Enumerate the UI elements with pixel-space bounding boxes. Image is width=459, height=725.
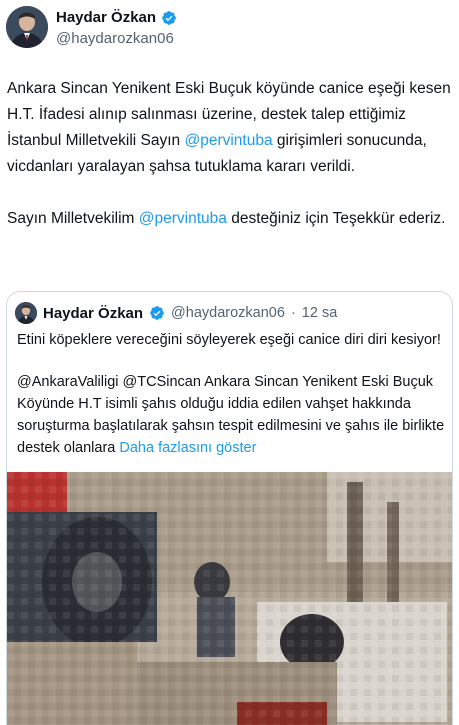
separator-dot: ·	[290, 305, 296, 321]
quoted-tweet[interactable]: Haydar Özkan @haydarozkan06 · 12 sa Etin…	[6, 291, 453, 725]
quoted-tweet-header: Haydar Özkan @haydarozkan06 · 12 sa	[15, 302, 337, 324]
quoted-timestamp[interactable]: 12 sa	[302, 305, 337, 321]
mention-link[interactable]: @pervintuba	[184, 132, 272, 149]
quoted-paragraph-2: @AnkaraValiligi @TCSincan Ankara Sincan …	[17, 374, 445, 456]
quoted-author-handle: @haydarozkan06	[171, 305, 285, 321]
verified-badge-icon	[162, 10, 176, 25]
tweet-text: Ankara Sincan Yenikent Eski Buçuk köyünd…	[7, 76, 453, 232]
verified-badge-icon	[150, 306, 164, 320]
quoted-author-avatar	[15, 302, 37, 324]
quoted-paragraph-1: Etini köpeklere vereceğini söyleyerek eş…	[17, 332, 441, 348]
tweet-paragraph-1: Ankara Sincan Yenikent Eski Buçuk köyünd…	[7, 80, 451, 175]
mention-link[interactable]: @pervintuba	[139, 210, 227, 227]
tweet-paragraph-2: Sayın Milletvekilim @pervintuba desteğin…	[7, 210, 446, 227]
show-more-link[interactable]: Daha fazlasını göster	[119, 440, 256, 456]
blurred-video-thumbnail[interactable]	[7, 472, 452, 725]
quoted-tweet-text: Etini köpeklere vereceğini söyleyerek eş…	[17, 329, 447, 459]
author-handle[interactable]: @haydarozkan06	[56, 30, 174, 47]
quoted-author-name: Haydar Özkan	[43, 304, 144, 322]
author-name[interactable]: Haydar Özkan	[56, 9, 156, 26]
author-avatar[interactable]	[6, 6, 48, 48]
tweet-header: Haydar Özkan @haydarozkan06	[0, 0, 459, 60]
